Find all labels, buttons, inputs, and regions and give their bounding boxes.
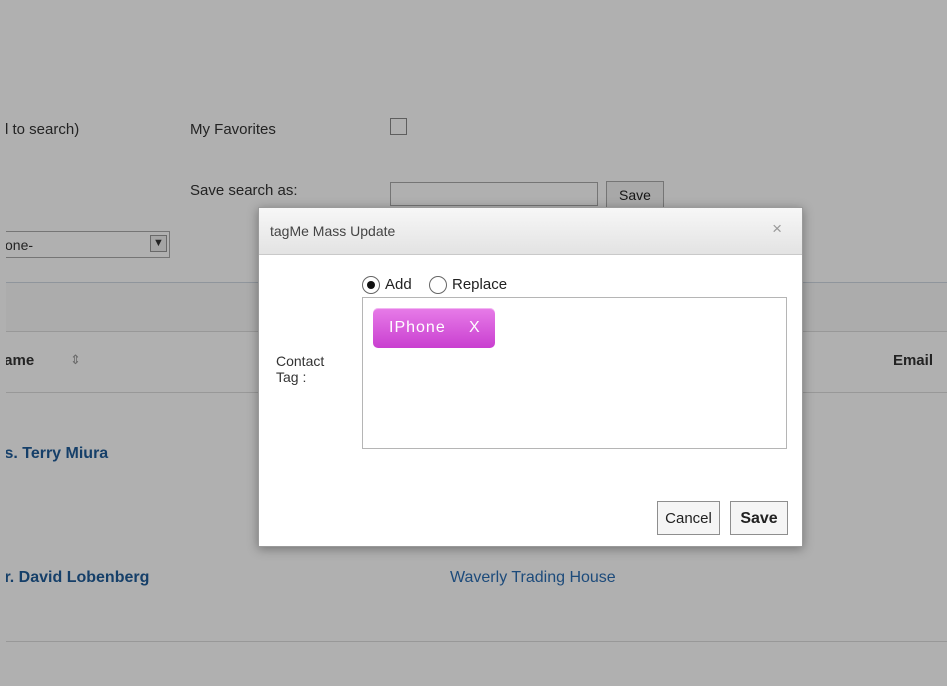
tag-input-box[interactable]: IPhone X — [362, 297, 787, 449]
radio-selected-dot — [367, 281, 375, 289]
mass-update-dialog: tagMe Mass Update × Add Replace Contact … — [258, 207, 803, 547]
save-button[interactable]: Save — [730, 501, 788, 535]
contact-tag-label: Contact Tag : — [276, 353, 325, 385]
cancel-button[interactable]: Cancel — [657, 501, 720, 535]
dialog-title: tagMe Mass Update — [270, 223, 396, 239]
close-icon[interactable]: × — [772, 219, 782, 239]
tag-remove-icon[interactable]: X — [469, 319, 480, 337]
tag-chip[interactable]: IPhone X — [373, 308, 495, 348]
replace-radio-label[interactable]: Replace — [452, 276, 507, 293]
replace-radio[interactable] — [429, 276, 447, 294]
dialog-titlebar: tagMe Mass Update × — [259, 208, 802, 255]
add-radio[interactable] — [362, 276, 380, 294]
add-radio-label[interactable]: Add — [385, 276, 412, 293]
tag-chip-label: IPhone — [389, 319, 446, 336]
